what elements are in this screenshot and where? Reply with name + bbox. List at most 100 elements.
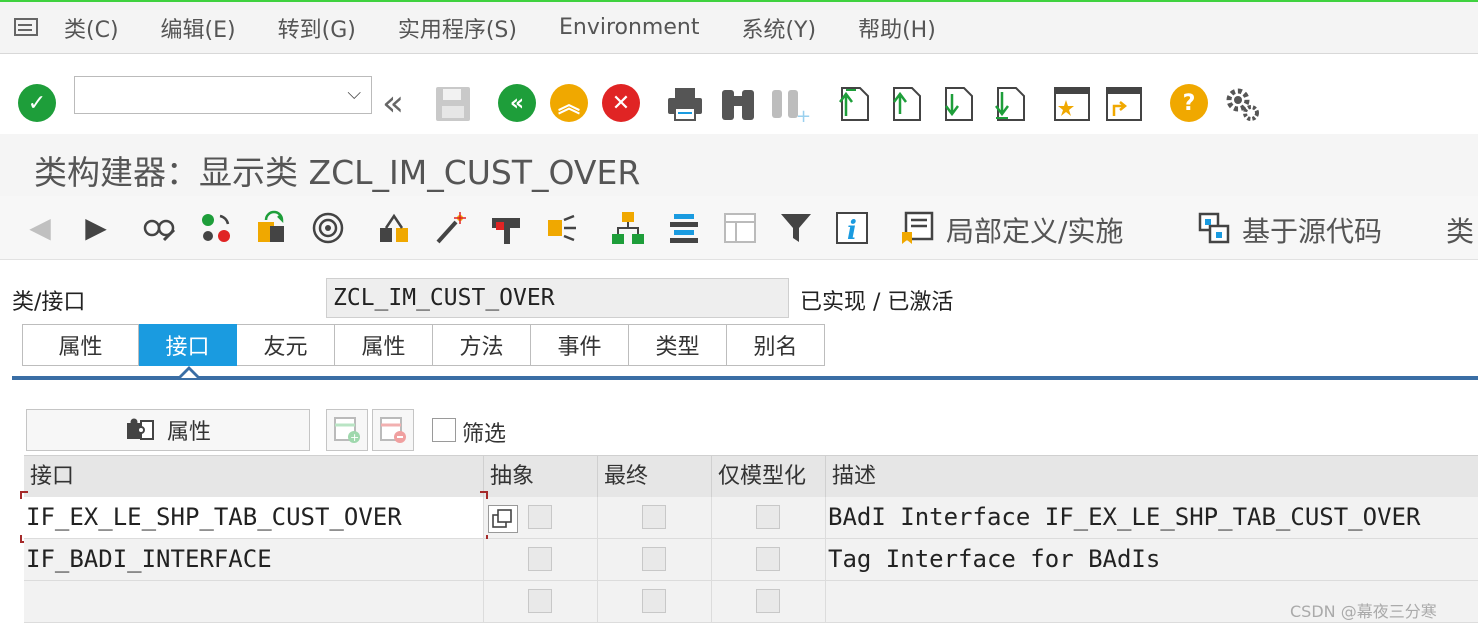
source-code-label[interactable]: 基于源代码 xyxy=(1242,210,1382,250)
system-menu-icon[interactable] xyxy=(12,16,42,40)
standard-toolbar: ✓ ⌵ « « ︽ ✕ + ? xyxy=(0,54,1478,134)
tab-friends[interactable]: 友元 xyxy=(237,324,335,366)
collapse-icon[interactable]: « xyxy=(382,86,404,122)
info-icon[interactable]: i xyxy=(834,210,870,246)
delete-row-icon xyxy=(380,417,406,443)
page-title: 类构建器：显示类 ZCL_IM_CUST_OVER xyxy=(34,153,641,192)
cell-interface[interactable]: IF_BADI_INTERFACE xyxy=(24,539,484,580)
menu-bar: 类(C) 编辑(E) 转到(G) 实用程序(S) Environment 系统(… xyxy=(0,2,1478,54)
last-page-icon[interactable] xyxy=(988,84,1028,124)
next-page-icon[interactable] xyxy=(936,84,976,124)
filter-checkbox[interactable] xyxy=(432,418,456,442)
menu-class[interactable]: 类(C) xyxy=(64,12,119,44)
create-session-icon[interactable] xyxy=(1052,84,1092,124)
column-interface[interactable]: 接口 xyxy=(24,456,484,498)
menu-goto[interactable]: 转到(G) xyxy=(278,12,356,44)
pattern-icon[interactable] xyxy=(488,210,524,246)
column-final[interactable]: 最终 xyxy=(598,456,712,498)
menu-help[interactable]: 帮助(H) xyxy=(858,12,936,44)
svg-text:+: + xyxy=(350,431,359,444)
table-header: 接口 抽象 最终 仅模型化 描述 xyxy=(24,455,1478,498)
table-row[interactable]: IF_EX_LE_SHP_TAB_CUST_OVER BAdI Interfac… xyxy=(20,491,1478,543)
menu-environment[interactable]: Environment xyxy=(559,15,699,40)
where-used-icon[interactable] xyxy=(376,210,412,246)
tab-properties[interactable]: 属性 xyxy=(22,324,139,366)
attributes-button[interactable]: 属性 xyxy=(26,409,310,451)
menu-system[interactable]: 系统(Y) xyxy=(741,12,816,44)
attributes-button-label: 属性 xyxy=(166,420,211,445)
insert-row-button: + xyxy=(326,409,368,451)
tab-aliases[interactable]: 别名 xyxy=(727,324,825,366)
tab-attributes[interactable]: 属性 xyxy=(335,324,433,366)
org-structure-icon[interactable] xyxy=(610,210,646,246)
enter-icon[interactable]: ✓ xyxy=(18,84,56,122)
forward-arrow-icon[interactable]: ▶ xyxy=(78,210,114,246)
column-abstract[interactable]: 抽象 xyxy=(484,456,598,498)
tab-underline xyxy=(12,376,1478,380)
tab-events[interactable]: 事件 xyxy=(531,324,629,366)
back-arrow-icon: ◀ xyxy=(29,211,51,244)
hierarchy-icon[interactable] xyxy=(544,210,580,246)
abstract-checkbox xyxy=(528,505,552,529)
tab-types[interactable]: 类型 xyxy=(629,324,727,366)
class-interface-label: 类/接口 xyxy=(12,290,86,315)
first-page-icon[interactable] xyxy=(832,84,872,124)
cell-description: Tag Interface for BAdIs xyxy=(828,545,1161,573)
truncated-toolbar-label[interactable]: 类 xyxy=(1446,210,1474,250)
shortcut-icon[interactable] xyxy=(1104,84,1144,124)
local-definition-label[interactable]: 局部定义/实施 xyxy=(946,210,1123,250)
delete-row-button xyxy=(372,409,414,451)
title-bar: 类构建器：显示类 ZCL_IM_CUST_OVER xyxy=(0,134,1478,196)
filter-label: 筛选 xyxy=(462,422,507,447)
abstract-checkbox xyxy=(528,547,552,571)
find-next-icon: + xyxy=(770,84,810,124)
column-modeled-only[interactable]: 仅模型化 xyxy=(712,456,826,498)
table-row[interactable] xyxy=(24,581,1478,623)
application-toolbar: ◀ ▶ i 局部定义/实施 基于源代码 类 xyxy=(0,196,1478,260)
cell-description: BAdI Interface IF_EX_LE_SHP_TAB_CUST_OVE… xyxy=(828,503,1421,531)
modeled-only-checkbox xyxy=(756,589,780,613)
abstract-checkbox xyxy=(528,589,552,613)
tab-interfaces[interactable]: 接口 xyxy=(139,324,237,366)
cell-interface[interactable] xyxy=(24,581,484,622)
class-status: 已实现 / 已激活 xyxy=(800,290,954,315)
puzzle-icon xyxy=(125,417,155,443)
cell-interface[interactable]: IF_EX_LE_SHP_TAB_CUST_OVER xyxy=(24,497,484,538)
display-change-icon[interactable] xyxy=(142,210,178,246)
command-field[interactable]: ⌵ xyxy=(74,76,372,114)
table-row[interactable]: IF_BADI_INTERFACE Tag Interface for BAdI… xyxy=(24,539,1478,581)
table-view-icon xyxy=(722,210,758,246)
activate-icon[interactable] xyxy=(310,210,346,246)
settings-icon[interactable] xyxy=(1222,84,1262,124)
local-definition-icon[interactable] xyxy=(900,210,936,246)
svg-text:i: i xyxy=(847,216,857,246)
cancel-icon[interactable]: ✕ xyxy=(602,84,640,122)
modeled-only-checkbox xyxy=(756,547,780,571)
print-icon[interactable] xyxy=(665,84,705,124)
interfaces-table: 接口 抽象 最终 仅模型化 描述 IF_EX_LE_SHP_TAB_CUST_O… xyxy=(20,455,1478,628)
help-icon[interactable]: ? xyxy=(1170,84,1208,122)
final-checkbox xyxy=(642,547,666,571)
list-layout-icon[interactable] xyxy=(666,210,702,246)
tab-methods[interactable]: 方法 xyxy=(433,324,531,366)
svg-text:+: + xyxy=(796,106,810,124)
source-code-icon[interactable] xyxy=(1196,210,1232,246)
wizard-icon[interactable] xyxy=(432,210,468,246)
menu-utilities[interactable]: 实用程序(S) xyxy=(398,12,517,44)
exit-icon[interactable]: ︽ xyxy=(550,84,588,122)
filter-icon[interactable] xyxy=(778,210,814,246)
class-interface-field[interactable]: ZCL_IM_CUST_OVER xyxy=(326,278,789,318)
insert-row-icon: + xyxy=(334,417,360,444)
previous-page-icon[interactable] xyxy=(884,84,924,124)
tab-strip: 属性 接口 友元 属性 方法 事件 类型 别名 xyxy=(22,324,825,366)
menu-edit[interactable]: 编辑(E) xyxy=(161,12,236,44)
command-dropdown-icon[interactable]: ⌵ xyxy=(347,83,361,104)
save-icon xyxy=(433,84,473,124)
active-inactive-icon[interactable] xyxy=(198,210,234,246)
find-icon[interactable] xyxy=(718,84,758,124)
back-icon[interactable]: « xyxy=(498,84,536,122)
modeled-only-checkbox xyxy=(756,505,780,529)
check-icon[interactable] xyxy=(254,210,290,246)
watermark: CSDN @幕夜三分寒 xyxy=(1290,602,1437,621)
column-description[interactable]: 描述 xyxy=(826,456,1478,498)
